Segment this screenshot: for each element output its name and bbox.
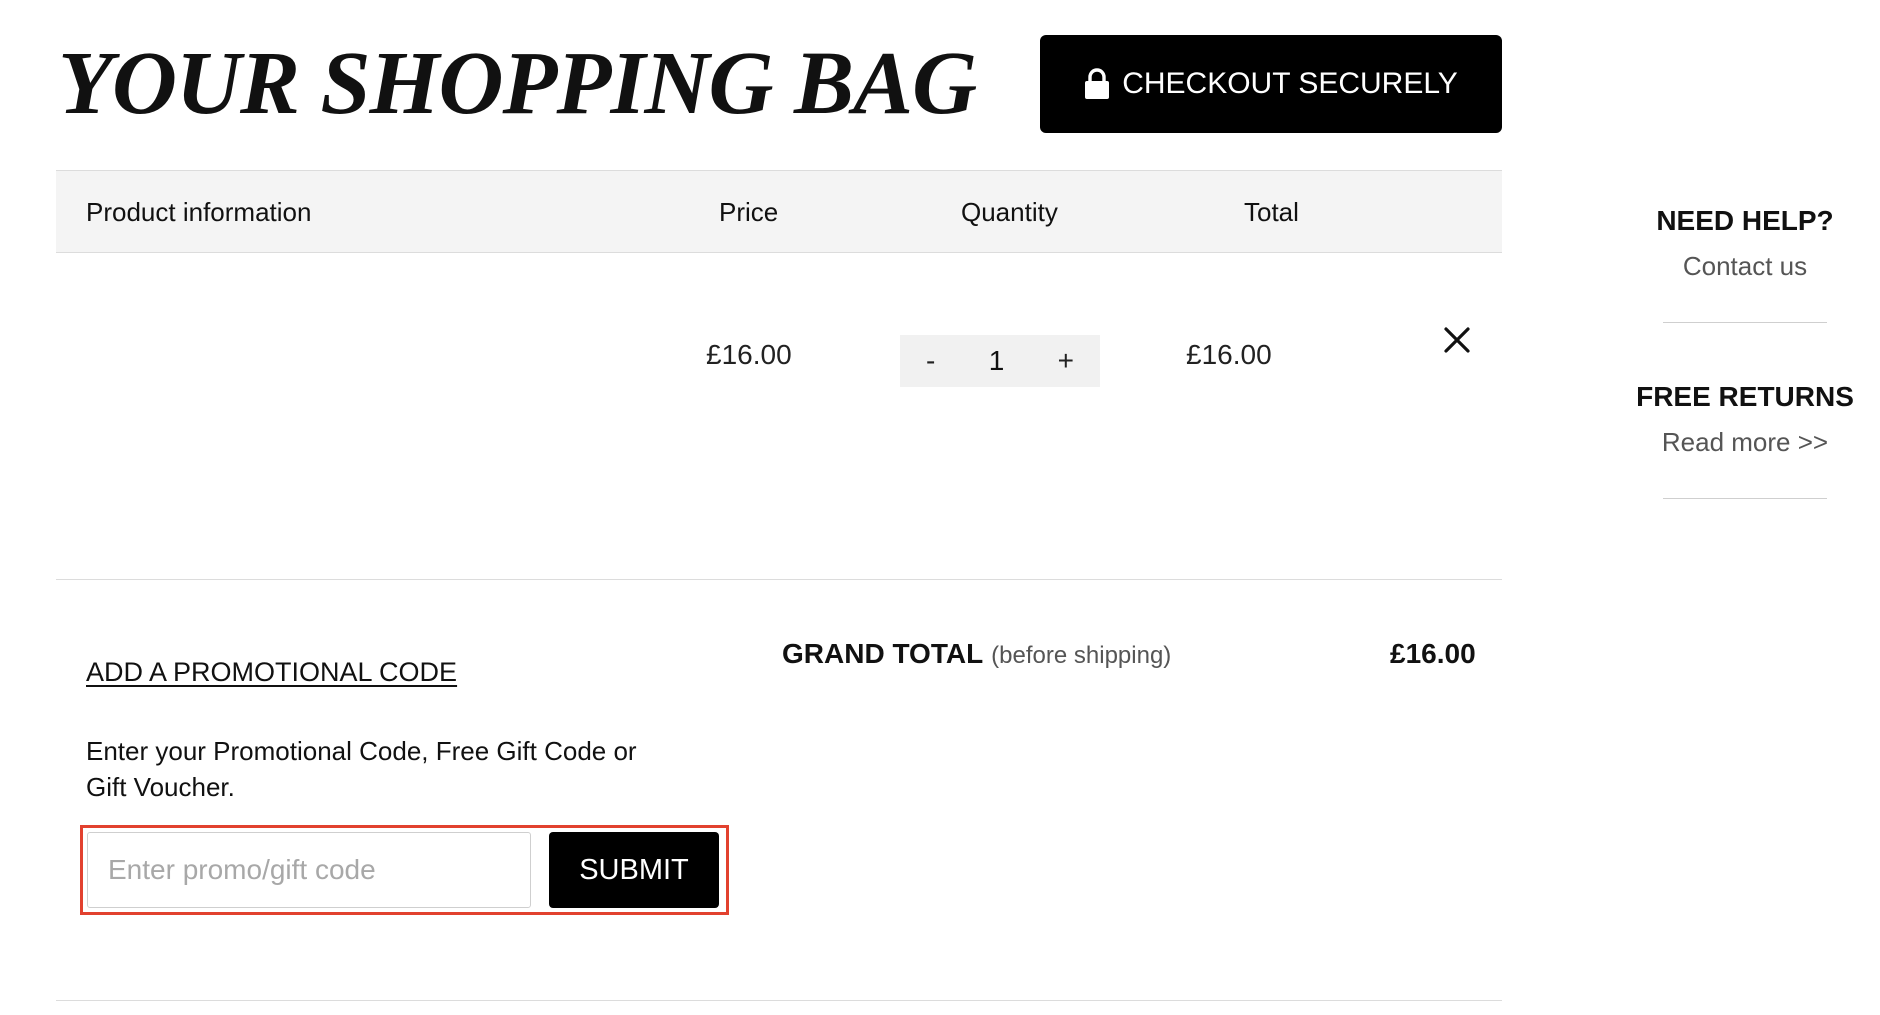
read-more-link[interactable]: Read more >> bbox=[1630, 427, 1860, 458]
table-row: £16.00 - 1 + £16.00 bbox=[56, 253, 1502, 580]
checkout-securely-button[interactable]: CHECKOUT SECURELY bbox=[1040, 35, 1502, 133]
shopping-bag-page: YOUR SHOPPING BAG CHECKOUT SECURELY Prod… bbox=[0, 0, 1880, 1015]
cart-table: Product information Price Quantity Total… bbox=[56, 170, 1502, 580]
quantity-stepper: - 1 + bbox=[900, 335, 1100, 387]
need-help-block: NEED HELP? Contact us bbox=[1630, 205, 1860, 323]
item-total: £16.00 bbox=[1186, 339, 1272, 370]
contact-us-link[interactable]: Contact us bbox=[1630, 251, 1860, 282]
grand-total-label: GRAND TOTAL (before shipping) bbox=[782, 638, 1171, 670]
column-product: Product information bbox=[86, 197, 312, 227]
checkout-label: CHECKOUT SECURELY bbox=[1122, 67, 1458, 100]
page-title: YOUR SHOPPING BAG bbox=[58, 34, 977, 133]
grand-total-title: GRAND TOTAL bbox=[782, 638, 984, 669]
free-returns-title: FREE RETURNS bbox=[1636, 381, 1854, 412]
need-help-title: NEED HELP? bbox=[1656, 205, 1834, 236]
column-price: Price bbox=[719, 197, 779, 227]
column-quantity: Quantity bbox=[961, 197, 1058, 227]
quantity-increase-button[interactable]: + bbox=[1058, 345, 1074, 377]
grand-total-value: £16.00 bbox=[1390, 638, 1476, 669]
close-icon bbox=[1444, 327, 1470, 353]
table-header: Product information Price Quantity Total bbox=[56, 170, 1502, 253]
divider bbox=[1663, 498, 1827, 499]
divider bbox=[56, 1000, 1502, 1001]
divider bbox=[1663, 322, 1827, 323]
item-price: £16.00 bbox=[706, 339, 792, 370]
promo-form: SUBMIT bbox=[80, 825, 729, 915]
grand-total-note: (before shipping) bbox=[991, 642, 1172, 669]
lock-icon bbox=[1085, 68, 1110, 99]
remove-item-button[interactable] bbox=[1440, 323, 1474, 357]
add-promo-code-link[interactable]: ADD A PROMOTIONAL CODE bbox=[86, 657, 457, 688]
quantity-value: 1 bbox=[988, 345, 1005, 376]
free-returns-block: FREE RETURNS Read more >> bbox=[1630, 381, 1860, 499]
column-total: Total bbox=[1244, 197, 1299, 227]
promo-code-input[interactable] bbox=[87, 832, 531, 908]
submit-button[interactable]: SUBMIT bbox=[549, 832, 719, 908]
promo-description: Enter your Promotional Code, Free Gift C… bbox=[86, 736, 637, 802]
quantity-decrease-button[interactable]: - bbox=[926, 345, 935, 377]
